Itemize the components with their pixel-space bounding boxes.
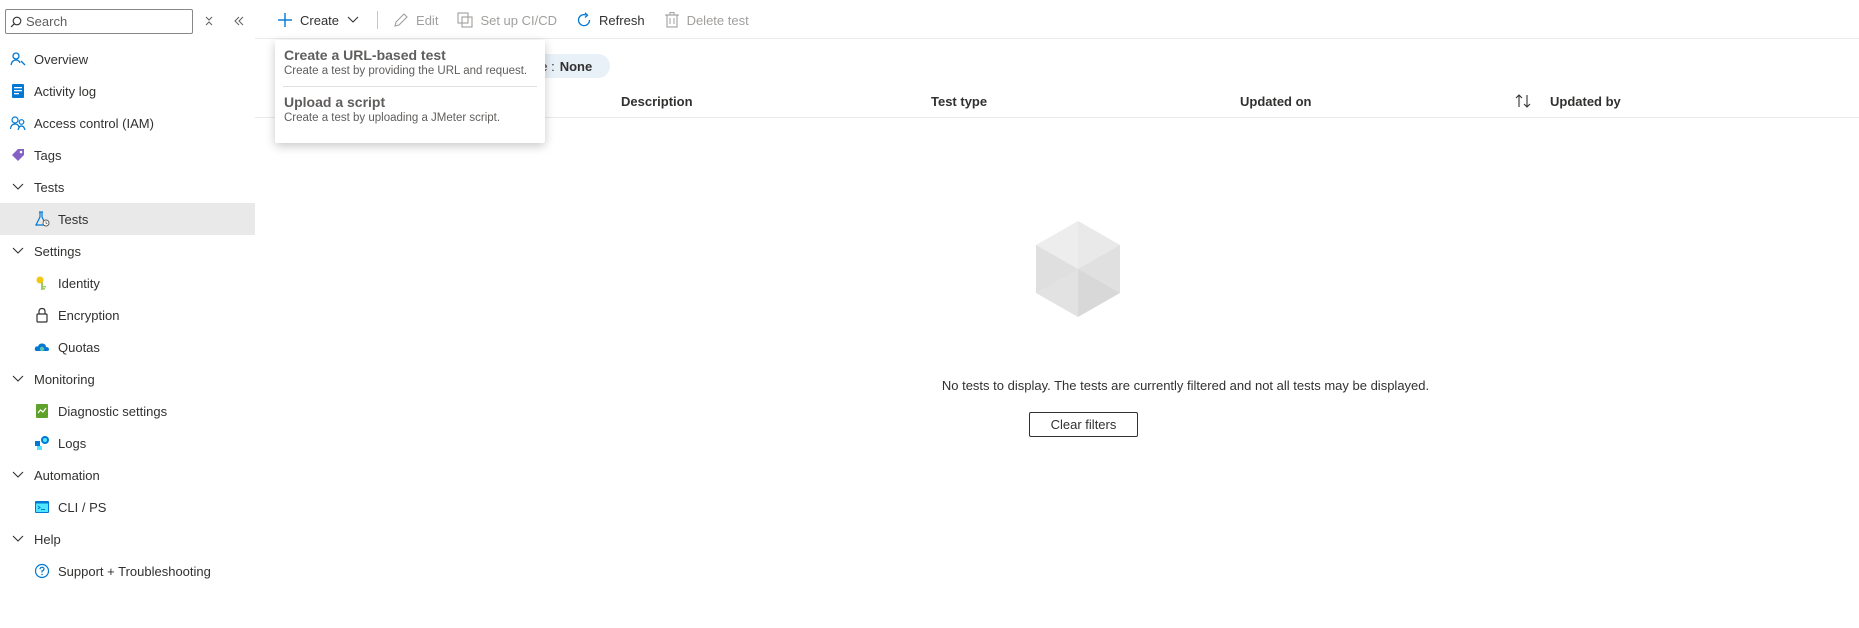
toolbar-divider [255,38,1859,39]
sidebar-item-label: Identity [58,275,100,291]
toolbar-separator [377,11,379,29]
column-header-test-type[interactable]: Test type [931,94,987,109]
sidebar-group-automation[interactable]: Automation [0,459,255,491]
empty-box-icon [1036,221,1120,317]
sort-arrows-icon[interactable] [1514,93,1532,112]
collapse-sidebar-icon[interactable] [229,11,249,31]
sidebar-item-activity-log[interactable]: Activity log [0,75,255,107]
chevron-down-icon [10,179,26,195]
sidebar-group-label: Help [34,531,61,547]
sidebar-group-label: Automation [34,467,100,483]
refresh-icon [575,11,593,29]
cicd-icon [456,11,474,29]
sidebar-item-label: Diagnostic settings [58,403,168,419]
column-header-updated-on[interactable]: Updated on [1240,94,1312,109]
sidebar-item-support[interactable]: Support + Troubleshooting [0,555,255,587]
sidebar-group-tests[interactable]: Tests [0,171,255,203]
edit-pencil-icon [392,11,410,29]
chevron-down-icon [10,467,26,483]
delete-test-button[interactable]: Delete test [663,0,749,40]
chevron-down-icon [10,531,26,547]
search-icon [10,16,22,27]
chevron-down-icon [347,16,359,24]
sidebar-item-label: CLI / PS [58,499,107,515]
sidebar-search-row [5,9,193,34]
help-circle-icon [34,563,50,579]
sidebar-item-label: Activity log [34,83,97,99]
tags-icon [10,147,26,163]
lock-icon [34,307,50,323]
clear-search-icon[interactable] [199,11,219,31]
sidebar-item-identity[interactable]: Identity [0,267,255,299]
edit-label: Edit [416,12,439,28]
menu-item-description: Create a test by providing the URL and r… [284,65,528,77]
sidebar-item-quotas[interactable]: Quotas [0,331,255,363]
refresh-button[interactable]: Refresh [575,0,645,40]
sidebar: Overview Activity log Access control (IA… [0,0,255,628]
filter-pill-value: None [559,58,593,74]
clear-filters-button[interactable]: Clear filters [1029,412,1138,437]
iam-icon [10,115,26,131]
trash-icon [663,11,681,29]
menu-item-description: Create a test by uploading a JMeter scri… [284,112,501,124]
sidebar-item-label: Logs [58,435,87,451]
empty-state-container: No tests to display. The tests are curre… [0,378,1859,393]
sidebar-item-logs[interactable]: Logs [0,427,255,459]
sidebar-item-label: Access control (IAM) [34,115,154,131]
sidebar-item-label: Quotas [58,339,100,355]
create-label: Create [300,12,340,28]
sidebar-item-tags[interactable]: Tags [0,139,255,171]
chevron-down-icon [10,243,26,259]
test-flask-icon [34,211,50,227]
quotas-cloud-icon [34,339,50,355]
sidebar-item-label: Encryption [58,307,120,323]
setup-cicd-label: Set up CI/CD [480,12,558,28]
sidebar-item-label: Tags [34,147,62,163]
sidebar-item-encryption[interactable]: Encryption [0,299,255,331]
setup-cicd-button[interactable]: Set up CI/CD [456,0,557,40]
sidebar-item-tests[interactable]: Tests [0,203,255,235]
logs-icon [34,435,50,451]
sidebar-item-iam[interactable]: Access control (IAM) [0,107,255,139]
sidebar-nav: Overview Activity log Access control (IA… [0,43,255,587]
identity-key-icon [34,275,50,291]
cli-icon [34,499,50,515]
sidebar-item-label: Tests [58,211,89,227]
sidebar-search-box[interactable] [5,9,193,34]
sidebar-item-label: Overview [34,51,89,67]
sidebar-item-diagnostic-settings[interactable]: Diagnostic settings [0,395,255,427]
sidebar-group-settings[interactable]: Settings [0,235,255,267]
activity-log-icon [10,83,26,99]
create-menu-item-url-test[interactable]: Create a URL-based test Create a test by… [275,40,545,86]
empty-state-message: No tests to display. The tests are curre… [941,378,1430,393]
menu-item-title: Create a URL-based test [284,47,446,63]
sidebar-item-label: Support + Troubleshooting [58,563,211,579]
diagnostic-icon [34,403,50,419]
add-icon [276,11,294,29]
create-menu-item-upload-script[interactable]: Upload a script Create a test by uploadi… [275,87,545,133]
refresh-label: Refresh [599,12,645,28]
column-header-description[interactable]: Description [621,94,693,109]
overview-icon [10,51,26,67]
menu-item-title: Upload a script [284,94,386,110]
command-bar: Create Edit Set up CI/CD Refresh Delete … [276,0,767,40]
sidebar-item-overview[interactable]: Overview [0,43,255,75]
sidebar-group-label: Settings [34,243,81,259]
search-input[interactable] [26,14,186,29]
edit-button[interactable]: Edit [392,0,438,40]
sidebar-item-cli-ps[interactable]: CLI / PS [0,491,255,523]
create-menu: Create a URL-based test Create a test by… [275,40,545,143]
sidebar-group-label: Tests [34,179,65,195]
create-button[interactable]: Create [276,0,359,40]
column-header-updated-by[interactable]: Updated by [1550,94,1621,109]
sidebar-group-help[interactable]: Help [0,523,255,555]
delete-test-label: Delete test [686,12,749,28]
